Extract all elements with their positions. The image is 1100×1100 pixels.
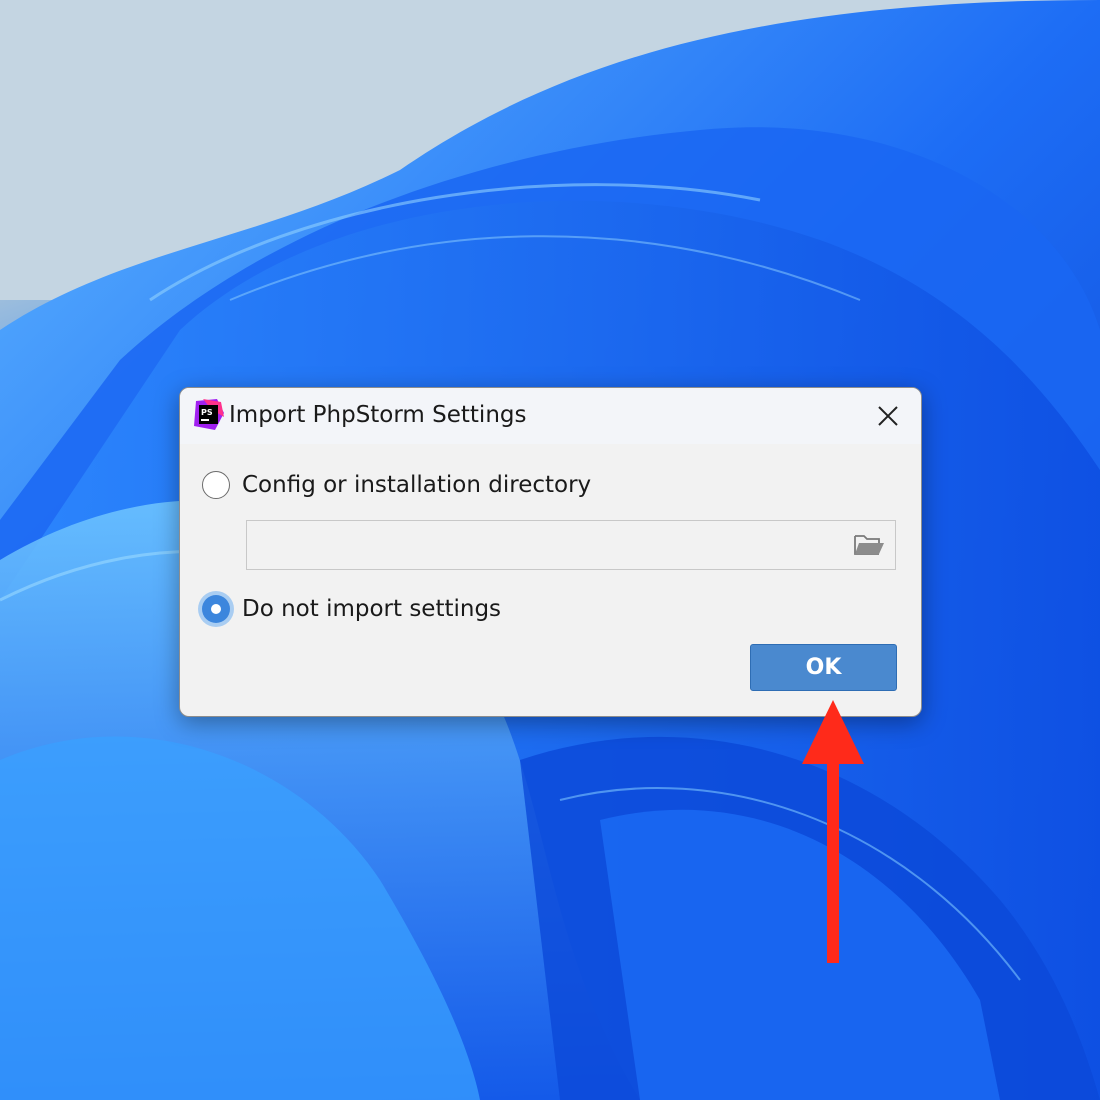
app-icon-text: PS <box>201 408 213 417</box>
radio-label-config-directory: Config or installation directory <box>242 472 592 498</box>
radio-button-unselected[interactable] <box>202 471 230 499</box>
close-icon <box>878 406 898 426</box>
close-button[interactable] <box>855 388 921 444</box>
import-settings-dialog: PS Import PhpStorm Settings Config or in… <box>179 387 922 717</box>
radio-label-do-not-import: Do not import settings <box>242 596 502 622</box>
config-path-field[interactable] <box>246 520 896 570</box>
phpstorm-logo-icon: PS <box>193 399 224 430</box>
radio-option-config-directory[interactable]: Config or installation directory <box>202 468 591 502</box>
desktop-wallpaper: PS Import PhpStorm Settings Config or in… <box>0 0 1100 1100</box>
radio-option-do-not-import[interactable]: Do not import settings <box>202 592 501 626</box>
folder-open-icon[interactable] <box>853 532 885 558</box>
config-path-input[interactable] <box>247 521 847 569</box>
radio-selected-dot <box>211 604 221 614</box>
radio-button-selected[interactable] <box>202 595 230 623</box>
ok-button[interactable]: OK <box>750 644 897 691</box>
dialog-title: Import PhpStorm Settings <box>229 402 527 428</box>
red-arrow-up-icon <box>802 700 864 963</box>
dialog-titlebar: PS Import PhpStorm Settings <box>180 388 921 444</box>
